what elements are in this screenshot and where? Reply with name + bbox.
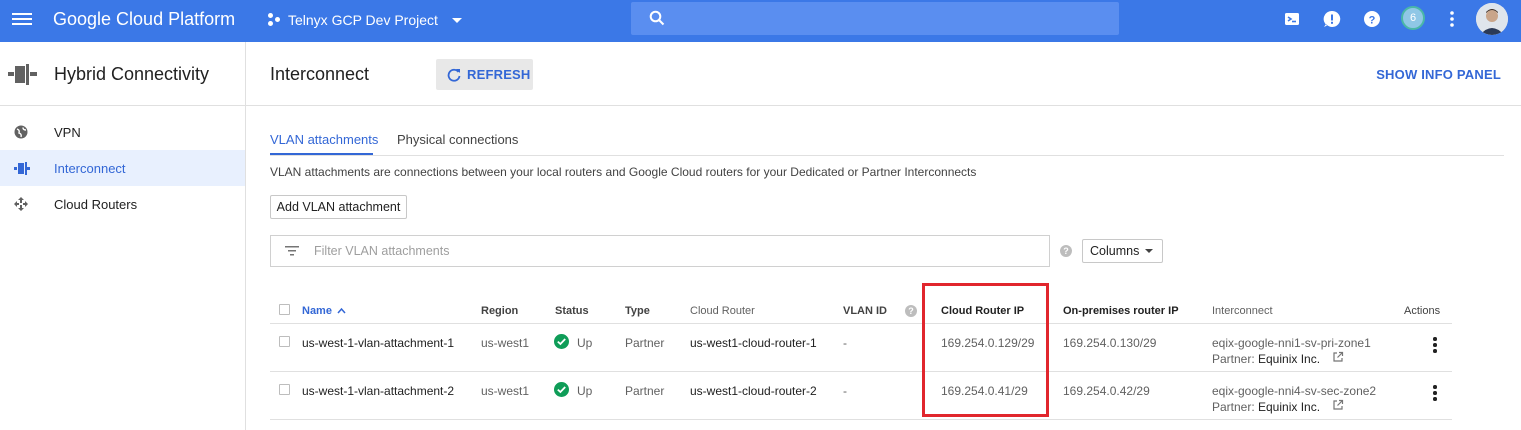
column-header-region: Region bbox=[481, 305, 519, 317]
onprem-ip-cell: 169.254.0.42/29 bbox=[1063, 384, 1150, 398]
column-header-name[interactable]: Name bbox=[302, 305, 332, 317]
external-link-icon[interactable] bbox=[1332, 351, 1344, 363]
chevron-down-icon bbox=[1145, 249, 1153, 253]
refresh-icon bbox=[447, 68, 461, 82]
svg-text:?: ? bbox=[1369, 14, 1376, 26]
section-description: VLAN attachments are connections between… bbox=[270, 165, 977, 179]
table-row[interactable]: us-west-1-vlan-attachment-2 us-west1 Up … bbox=[270, 372, 1452, 420]
type-cell: Partner bbox=[625, 336, 665, 350]
partner-label: Partner: bbox=[1212, 352, 1255, 366]
vlan-attachments-table: Name Region Status Type Cloud Router VLA… bbox=[270, 300, 1452, 420]
row-checkbox[interactable] bbox=[279, 336, 290, 347]
cloud-router-link[interactable]: us-west1-cloud-router-1 bbox=[690, 336, 817, 350]
sidebar-item-cloud-routers[interactable]: Cloud Routers bbox=[0, 186, 245, 222]
add-vlan-attachment-button[interactable]: Add VLAN attachment bbox=[270, 195, 407, 219]
filter-placeholder: Filter VLAN attachments bbox=[314, 244, 450, 258]
sidebar-item-interconnect[interactable]: Interconnect bbox=[0, 150, 245, 186]
vlan-id-help-icon[interactable]: ? bbox=[905, 305, 917, 317]
column-header-actions: Actions bbox=[1404, 305, 1441, 317]
vlan-id-cell: - bbox=[843, 384, 847, 398]
type-cell: Partner bbox=[625, 384, 665, 398]
menu-icon[interactable] bbox=[12, 10, 32, 30]
project-icon bbox=[268, 13, 282, 27]
status-cell: Up bbox=[577, 336, 593, 350]
sidebar-title: Hybrid Connectivity bbox=[54, 64, 210, 84]
column-header-onprem-ip: On-premises router IP bbox=[1063, 305, 1179, 317]
column-header-interconnect: Interconnect bbox=[1212, 305, 1273, 317]
column-header-status: Status bbox=[555, 305, 589, 317]
search-icon bbox=[649, 10, 665, 26]
left-navigation: Hybrid Connectivity VPN Interconnect Clo… bbox=[0, 42, 246, 430]
column-header-cloud-router: Cloud Router bbox=[690, 305, 755, 317]
tab-physical-connections[interactable]: Physical connections bbox=[397, 132, 518, 147]
region-cell: us-west1 bbox=[481, 336, 530, 350]
cloud-router-link[interactable]: us-west1-cloud-router-2 bbox=[690, 384, 817, 398]
onprem-ip-cell: 169.254.0.130/29 bbox=[1063, 336, 1157, 350]
table-row[interactable]: us-west-1-vlan-attachment-1 us-west1 Up … bbox=[270, 324, 1452, 372]
product-brand[interactable]: Google Cloud Platform bbox=[53, 9, 235, 30]
hybrid-connectivity-icon bbox=[8, 64, 37, 85]
select-all-checkbox[interactable] bbox=[279, 304, 290, 315]
sidebar-item-label: Interconnect bbox=[54, 160, 126, 176]
region-cell: us-west1 bbox=[481, 384, 530, 398]
search-bar[interactable] bbox=[631, 2, 1119, 35]
help-icon[interactable]: ? bbox=[1362, 9, 1382, 29]
partner-name: Equinix Inc. bbox=[1258, 352, 1321, 366]
project-selector[interactable]: Telnyx GCP Dev Project bbox=[268, 10, 462, 30]
tab-bar: VLAN attachments Physical connections bbox=[270, 129, 1504, 156]
attachment-name[interactable]: us-west-1-vlan-attachment-1 bbox=[302, 336, 454, 350]
columns-label: Columns bbox=[1090, 244, 1140, 258]
page-title: Interconnect bbox=[270, 64, 370, 84]
more-actions-icon[interactable] bbox=[1433, 337, 1437, 353]
chevron-down-icon bbox=[451, 17, 462, 23]
highlight-box bbox=[922, 283, 1049, 417]
refresh-label: REFRESH bbox=[467, 67, 531, 82]
status-cell: Up bbox=[577, 384, 593, 398]
more-actions-icon[interactable] bbox=[1433, 385, 1437, 401]
vlan-id-cell: - bbox=[843, 336, 847, 350]
notifications-badge[interactable]: 6 bbox=[1401, 6, 1425, 30]
tab-vlan-attachments[interactable]: VLAN attachments bbox=[270, 132, 378, 147]
project-name: Telnyx GCP Dev Project bbox=[288, 12, 438, 28]
filter-input[interactable]: Filter VLAN attachments bbox=[270, 235, 1050, 267]
column-header-type: Type bbox=[625, 305, 650, 317]
status-ok-icon bbox=[554, 382, 569, 397]
more-vert-icon[interactable] bbox=[1442, 9, 1462, 29]
row-checkbox[interactable] bbox=[279, 384, 290, 395]
active-tab-indicator bbox=[270, 153, 373, 155]
top-app-bar: Google Cloud Platform Telnyx GCP Dev Pro… bbox=[0, 0, 1521, 42]
sidebar-item-label: VPN bbox=[54, 124, 81, 140]
help-icon[interactable]: ? bbox=[1060, 245, 1072, 257]
attachment-name[interactable]: us-west-1-vlan-attachment-2 bbox=[302, 384, 454, 398]
sidebar-header: Hybrid Connectivity bbox=[0, 42, 245, 106]
router-icon bbox=[14, 197, 28, 211]
alert-icon[interactable] bbox=[1322, 9, 1342, 29]
sidebar-item-vpn[interactable]: VPN bbox=[0, 114, 245, 150]
interconnect-cell: eqix-google-nni4-sv-sec-zone2 bbox=[1212, 384, 1377, 398]
external-link-icon[interactable] bbox=[1332, 399, 1344, 411]
interconnect-icon bbox=[14, 162, 30, 175]
table-header-row: Name Region Status Type Cloud Router VLA… bbox=[270, 300, 1452, 324]
globe-icon bbox=[14, 125, 28, 139]
status-ok-icon bbox=[554, 334, 569, 349]
show-info-panel-button[interactable]: SHOW INFO PANEL bbox=[1376, 67, 1501, 82]
partner-label: Partner: bbox=[1212, 400, 1255, 414]
sort-ascending-icon[interactable] bbox=[337, 307, 346, 315]
refresh-button[interactable]: REFRESH bbox=[436, 59, 533, 90]
column-header-vlan-id: VLAN ID bbox=[843, 305, 887, 317]
page-header: Interconnect REFRESH SHOW INFO PANEL bbox=[246, 42, 1521, 106]
cloud-shell-icon[interactable] bbox=[1282, 9, 1302, 29]
account-avatar[interactable] bbox=[1476, 3, 1508, 35]
columns-dropdown[interactable]: Columns bbox=[1082, 239, 1163, 263]
sidebar-item-label: Cloud Routers bbox=[54, 196, 138, 212]
filter-icon bbox=[285, 246, 299, 256]
interconnect-cell: eqix-google-nni1-sv-pri-zone1 bbox=[1212, 336, 1371, 350]
partner-name: Equinix Inc. bbox=[1258, 400, 1321, 414]
